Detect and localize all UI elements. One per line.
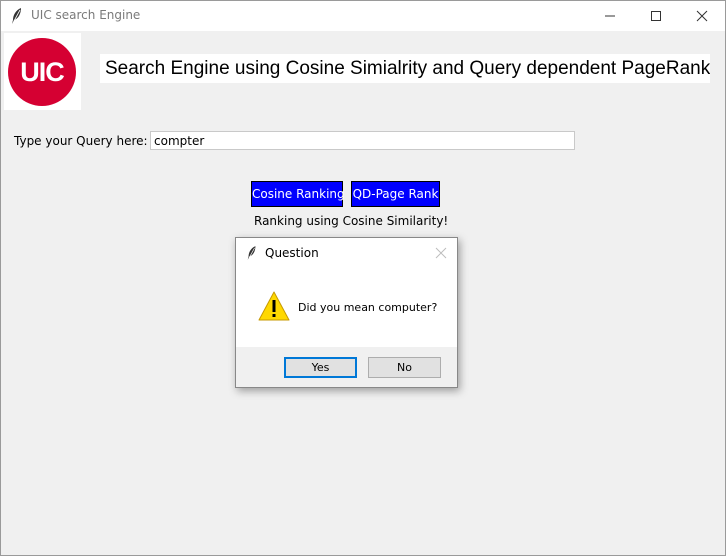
status-text: Ranking using Cosine Similarity! xyxy=(254,214,449,228)
question-dialog: Question Did you mean computer? Yes No xyxy=(235,237,458,388)
dialog-footer: Yes No xyxy=(236,347,457,387)
dialog-close-icon[interactable] xyxy=(434,246,448,260)
close-button[interactable] xyxy=(679,1,725,31)
uic-logo: UIC xyxy=(4,33,81,110)
title-bar: UIC search Engine xyxy=(1,1,725,31)
feather-app-icon xyxy=(10,7,24,25)
dialog-message: Did you mean computer? xyxy=(298,301,438,314)
query-label: Type your Query here: xyxy=(14,134,148,148)
yes-button[interactable]: Yes xyxy=(284,357,357,378)
query-input[interactable] xyxy=(150,131,575,150)
cosine-ranking-button[interactable]: Cosine Ranking xyxy=(251,181,345,207)
app-window: UIC search Engine UIC Search Engine usin… xyxy=(0,0,726,556)
page-title: Search Engine using Cosine Simialrity an… xyxy=(100,54,710,83)
warning-icon xyxy=(257,290,291,322)
logo-circle: UIC xyxy=(8,38,76,106)
dialog-title: Question xyxy=(265,246,319,260)
feather-app-icon xyxy=(246,245,258,261)
qd-page-rank-button[interactable]: QD-Page Rank xyxy=(351,181,440,207)
window-title: UIC search Engine xyxy=(31,8,141,22)
minimize-button[interactable] xyxy=(587,1,633,31)
maximize-button[interactable] xyxy=(633,1,679,31)
logo-text: UIC xyxy=(20,57,65,87)
no-button[interactable]: No xyxy=(368,357,441,378)
